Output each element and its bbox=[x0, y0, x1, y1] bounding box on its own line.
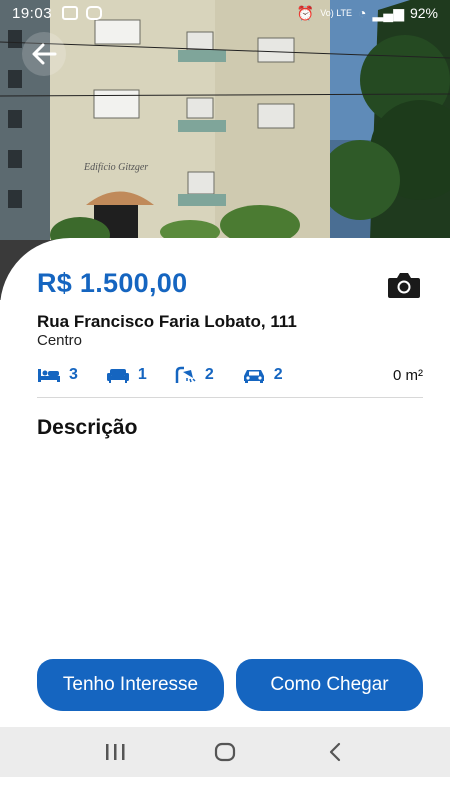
system-back-button[interactable] bbox=[315, 732, 355, 772]
car-icon bbox=[243, 370, 264, 383]
bedrooms-feature: 3 bbox=[37, 366, 78, 384]
camera-button[interactable] bbox=[386, 270, 422, 300]
parking-feature: 2 bbox=[242, 366, 283, 384]
sofa-icon bbox=[106, 369, 129, 383]
system-nav-bar bbox=[0, 727, 450, 777]
home-icon bbox=[214, 742, 236, 762]
bathrooms-count: 2 bbox=[204, 366, 214, 383]
shower-icon bbox=[175, 366, 196, 383]
status-bar: 19:03 ⏰ Vo) LTE ◔ ▂▄▆ 92% bbox=[0, 0, 450, 26]
image-icon bbox=[62, 6, 79, 20]
interest-button[interactable]: Tenho Interesse bbox=[37, 659, 224, 711]
details-sheet: R$ 1.500,00 Rua Francisco Faria Lobato, … bbox=[0, 238, 450, 800]
recent-apps-button[interactable] bbox=[95, 732, 135, 772]
description-title: Descrição bbox=[37, 416, 138, 439]
bedrooms-count: 3 bbox=[69, 366, 78, 383]
price: R$ 1.500,00 bbox=[37, 268, 188, 298]
back-button[interactable] bbox=[22, 32, 66, 76]
arrow-left-icon bbox=[32, 43, 57, 65]
neighborhood: Centro bbox=[37, 332, 83, 349]
features-row: 3 1 2 2 0 m² bbox=[37, 364, 423, 386]
parking-count: 2 bbox=[273, 366, 283, 383]
home-button[interactable] bbox=[205, 732, 245, 772]
recent-apps-icon bbox=[106, 744, 125, 760]
back-nav-icon bbox=[329, 742, 341, 762]
directions-button[interactable]: Como Chegar bbox=[236, 659, 423, 711]
camera-icon bbox=[388, 273, 420, 298]
instagram-icon bbox=[86, 6, 103, 20]
address: Rua Francisco Faria Lobato, 111 bbox=[37, 312, 297, 331]
battery-label: 92% bbox=[409, 5, 438, 21]
network-label: Vo) LTE bbox=[320, 7, 353, 18]
status-time: 19:03 bbox=[12, 4, 53, 22]
divider bbox=[37, 397, 423, 398]
bed-icon bbox=[38, 369, 60, 382]
signal-icon: ▂▄▆ bbox=[372, 4, 404, 21]
bathrooms-feature: 2 bbox=[175, 366, 214, 384]
alarm-icon: ⏰ bbox=[296, 4, 315, 21]
wifi-icon: ◔ bbox=[358, 5, 367, 21]
living-rooms-count: 1 bbox=[137, 366, 147, 383]
svg-text:Edifício Gitzger: Edifício Gitzger bbox=[83, 162, 148, 173]
area: 0 m² bbox=[393, 366, 423, 384]
property-detail-screen: Edifício Gitzger 19:03 ⏰ Vo) LTE ◔ ▂▄▆ 9… bbox=[0, 0, 450, 800]
living-rooms-feature: 1 bbox=[106, 366, 147, 384]
